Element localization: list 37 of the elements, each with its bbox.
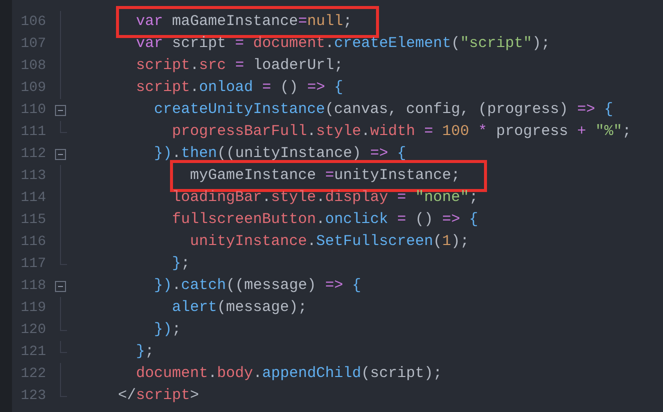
line-number: 106 bbox=[20, 13, 46, 31]
line-number: 123 bbox=[20, 387, 46, 405]
code-line: }).then((unityInstance) => { bbox=[154, 145, 406, 163]
code-line: }; bbox=[172, 255, 190, 273]
line-number: 119 bbox=[20, 299, 46, 317]
code-line: script.src = loaderUrl; bbox=[136, 57, 344, 75]
line-number: 107 bbox=[20, 35, 46, 53]
line-number: 118 bbox=[20, 277, 46, 295]
code-line: progressBarFull.style.width = 100 * progress + "%"; bbox=[172, 123, 632, 141]
collapse-icon[interactable] bbox=[55, 105, 66, 116]
line-number: 113 bbox=[20, 167, 46, 185]
line-number: 108 bbox=[20, 57, 46, 75]
line-number: 121 bbox=[20, 343, 46, 361]
code-line: loadingBar.style.display = "none"; bbox=[172, 189, 478, 207]
line-number: 112 bbox=[20, 145, 46, 163]
code-line: }).catch((message) => { bbox=[154, 277, 362, 295]
code-line: script.onload = () => { bbox=[136, 79, 344, 97]
line-number: 111 bbox=[20, 123, 46, 141]
code-line: }); bbox=[154, 321, 182, 339]
line-number: 115 bbox=[20, 211, 46, 229]
line-number: 109 bbox=[20, 79, 46, 97]
code-line: alert(message); bbox=[172, 299, 308, 317]
code-line: fullscreenButton.onclick = () => { bbox=[172, 211, 478, 229]
line-number: 117 bbox=[20, 255, 46, 273]
code-line: createUnityInstance(canvas, config, (progress) => { bbox=[154, 101, 614, 119]
line-number: 114 bbox=[20, 189, 46, 207]
code-line: </script> bbox=[118, 387, 200, 405]
collapse-icon[interactable] bbox=[55, 149, 66, 160]
collapse-icon[interactable] bbox=[55, 281, 66, 292]
line-number: 110 bbox=[20, 101, 46, 119]
line-number: 120 bbox=[20, 321, 46, 339]
line-number: 122 bbox=[20, 365, 46, 383]
code-line: }; bbox=[136, 343, 154, 361]
code-line: document.body.appendChild(script); bbox=[136, 365, 442, 383]
code-line: var script = document.createElement("script"); bbox=[136, 35, 550, 53]
code-line: unityInstance.SetFullscreen(1); bbox=[190, 233, 470, 251]
line-number: 116 bbox=[20, 233, 46, 251]
